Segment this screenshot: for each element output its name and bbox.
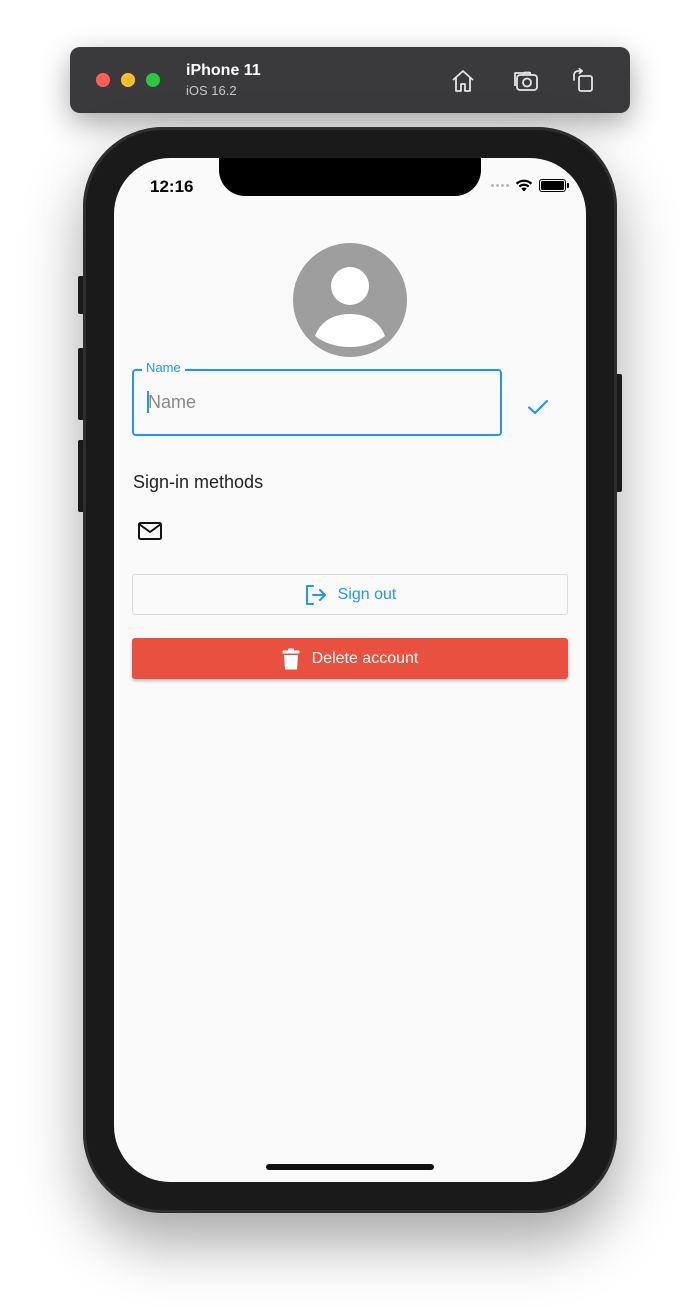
confirm-name-button[interactable] [524,393,552,421]
phone-screen: 12:16 Name Sign-in methods [114,158,586,1182]
rotate-icon [573,68,593,92]
text-caret [147,391,149,413]
sign-out-label: Sign out [337,585,397,603]
sign-in-methods-label: Sign-in methods [133,472,264,492]
logout-icon [305,584,326,605]
name-input[interactable] [146,385,486,419]
home-button[interactable] [448,66,478,96]
zoom-window-button[interactable] [146,73,160,87]
name-field[interactable]: Name [132,360,502,436]
checkmark-icon [527,399,549,415]
sign-in-method-email [137,520,163,542]
os-version: iOS 16.2 [186,83,237,98]
signal-dots-icon [491,184,509,187]
screenshot-icon [514,71,538,91]
trash-icon [282,648,300,669]
status-icons [491,179,569,192]
rotate-button[interactable] [568,66,598,96]
status-time: 12:16 [150,177,194,196]
sign-out-button[interactable]: Sign out [132,574,568,615]
minimize-window-button[interactable] [121,73,135,87]
home-icon [452,70,474,92]
person-icon [315,267,385,347]
home-indicator[interactable] [266,1164,434,1170]
screenshot-button[interactable] [511,66,541,96]
name-field-label: Name [142,360,185,375]
notch [219,158,481,196]
simulator-title-bar: iPhone 11 iOS 16.2 [70,47,630,113]
wifi-icon [515,179,533,192]
close-window-button[interactable] [96,73,110,87]
battery-icon [539,179,569,192]
delete-account-label: Delete account [311,649,419,667]
delete-account-button[interactable]: Delete account [132,638,568,679]
avatar[interactable] [293,243,407,357]
device-name: iPhone 11 [186,62,261,79]
mail-icon [138,522,162,540]
